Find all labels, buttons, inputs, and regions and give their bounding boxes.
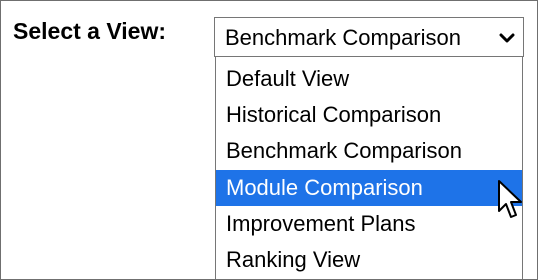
option-improvement-plans[interactable]: Improvement Plans [216,206,522,242]
view-selector-panel: Select a View: Benchmark Comparison Defa… [0,0,538,280]
option-default-view[interactable]: Default View [216,61,522,97]
option-benchmark-comparison[interactable]: Benchmark Comparison [216,133,522,169]
view-select-dropdown[interactable]: Benchmark Comparison [214,17,524,57]
option-ranking-view[interactable]: Ranking View [216,242,522,278]
view-options-list: Default View Historical Comparison Bench… [215,57,523,279]
select-view-label: Select a View: [13,18,166,44]
option-historical-comparison[interactable]: Historical Comparison [216,97,522,133]
chevron-down-icon [499,33,515,43]
mouse-pointer-icon [498,180,522,218]
view-select-value: Benchmark Comparison [225,25,461,50]
option-module-comparison[interactable]: Module Comparison [216,170,522,206]
